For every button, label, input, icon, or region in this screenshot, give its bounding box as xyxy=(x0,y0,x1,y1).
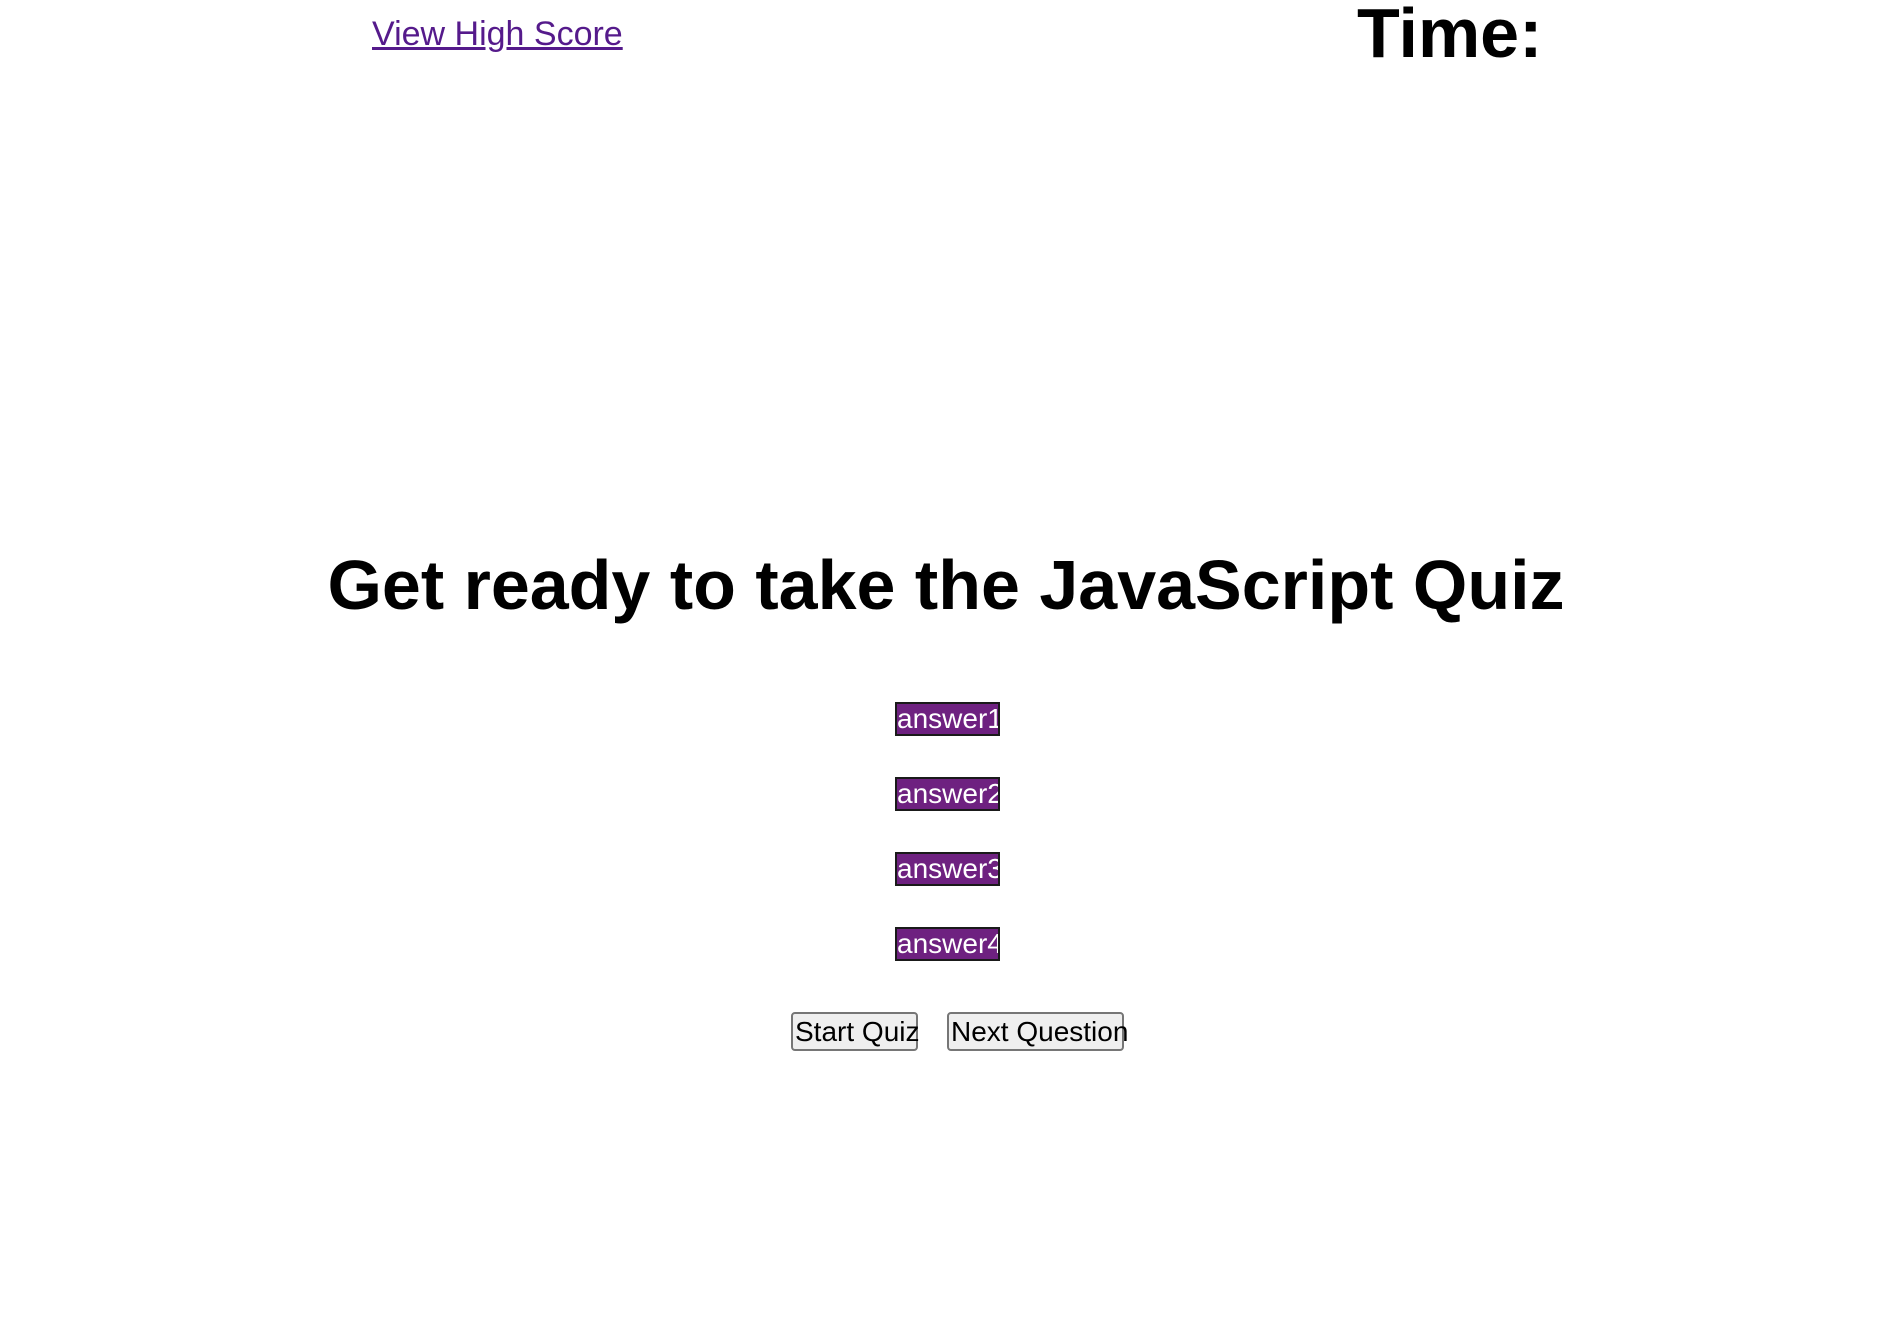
list-item: answer2 xyxy=(0,775,1892,850)
list-item: answer4 xyxy=(0,925,1892,1000)
view-high-score-link[interactable]: View High Score xyxy=(372,12,623,56)
start-quiz-button[interactable]: Start Quiz xyxy=(791,1012,919,1051)
answer-list: answer1 answer2 answer3 answer4 xyxy=(0,700,1892,1000)
list-item: answer3 xyxy=(0,850,1892,925)
answer-2-button[interactable]: answer2 xyxy=(895,777,1000,811)
quiz-page: View High Score Time: Get ready to take … xyxy=(0,0,1892,1332)
timer-label: Time: xyxy=(1357,0,1543,72)
next-question-button[interactable]: Next Question xyxy=(947,1012,1128,1051)
quiz-controls: Start Quiz Next Question xyxy=(0,1012,1892,1052)
answer-3-button[interactable]: answer3 xyxy=(895,852,1000,886)
list-item: answer1 xyxy=(0,700,1892,775)
quiz-title: Get ready to take the JavaScript Quiz xyxy=(327,546,1565,624)
answer-1-button[interactable]: answer1 xyxy=(895,702,1000,736)
answer-4-button[interactable]: answer4 xyxy=(895,927,1000,961)
